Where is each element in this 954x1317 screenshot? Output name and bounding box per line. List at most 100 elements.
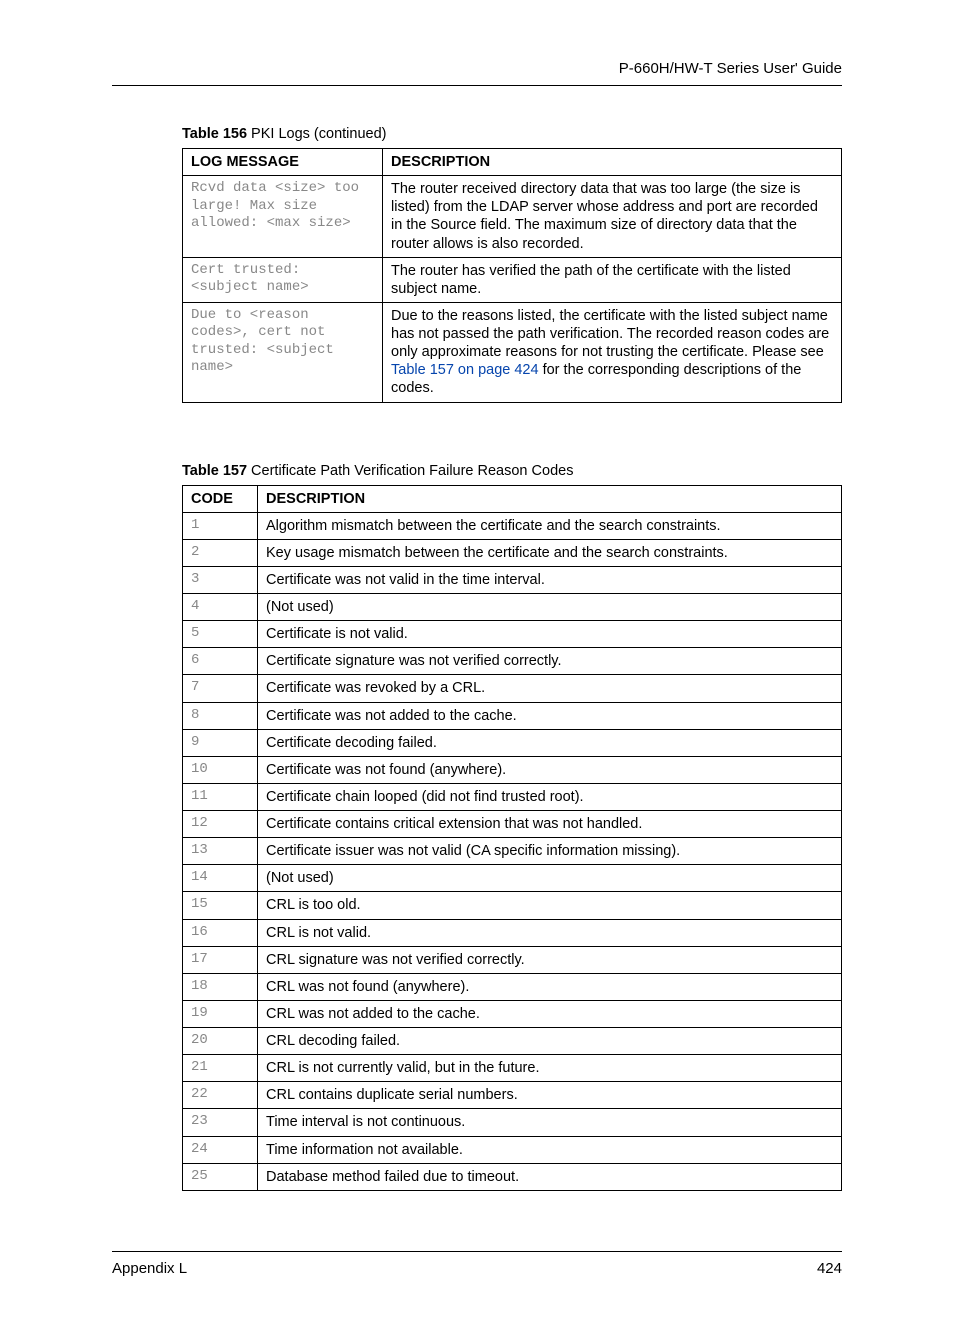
description-cell: CRL was not added to the cache. (258, 1000, 842, 1027)
code-cell: 14 (183, 865, 258, 892)
log-message-cell: Cert trusted: <subject name> (183, 257, 383, 302)
description-cell: The router received directory data that … (383, 176, 842, 258)
description-text: Due to the reasons listed, the certifica… (391, 308, 829, 360)
description-cell: (Not used) (258, 865, 842, 892)
table-row: 20CRL decoding failed. (183, 1028, 842, 1055)
table-row: 1Algorithm mismatch between the certific… (183, 512, 842, 539)
table-row: 9Certificate decoding failed. (183, 729, 842, 756)
table-row: 13Certificate issuer was not valid (CA s… (183, 838, 842, 865)
table-row: 14(Not used) (183, 865, 842, 892)
page-footer: Appendix L 424 (112, 1251, 842, 1277)
description-cell: Algorithm mismatch between the certifica… (258, 512, 842, 539)
table-156-number: Table 156 (182, 126, 247, 142)
description-cell: Certificate signature was not verified c… (258, 648, 842, 675)
code-cell: 4 (183, 594, 258, 621)
table-157-number: Table 157 (182, 463, 247, 479)
code-cell: 13 (183, 838, 258, 865)
code-cell: 1 (183, 512, 258, 539)
description-cell: CRL is not valid. (258, 919, 842, 946)
table-row: Cert trusted: <subject name>The router h… (183, 257, 842, 302)
table-row: 17CRL signature was not verified correct… (183, 946, 842, 973)
description-cell: Certificate chain looped (did not find t… (258, 783, 842, 810)
description-cell: Certificate was revoked by a CRL. (258, 675, 842, 702)
description-cell: Certificate issuer was not valid (CA spe… (258, 838, 842, 865)
description-cell: CRL is too old. (258, 892, 842, 919)
description-cell: Due to the reasons listed, the certifica… (383, 302, 842, 402)
code-cell: 10 (183, 756, 258, 783)
code-cell: 11 (183, 783, 258, 810)
log-message-cell: Rcvd data <size> too large! Max size all… (183, 176, 383, 258)
code-cell: 5 (183, 621, 258, 648)
table-row: 3Certificate was not valid in the time i… (183, 566, 842, 593)
description-cell: Certificate is not valid. (258, 621, 842, 648)
code-cell: 23 (183, 1109, 258, 1136)
code-cell: 16 (183, 919, 258, 946)
description-cell: CRL was not found (anywhere). (258, 973, 842, 1000)
table-157-caption: Table 157 Certificate Path Verification … (182, 463, 842, 479)
table-row: 6Certificate signature was not verified … (183, 648, 842, 675)
table-row: 23Time interval is not continuous. (183, 1109, 842, 1136)
table-row: 11Certificate chain looped (did not find… (183, 783, 842, 810)
table-row: 2Key usage mismatch between the certific… (183, 539, 842, 566)
log-message-cell: Due to <reason codes>, cert not trusted:… (183, 302, 383, 402)
footer-right: 424 (817, 1260, 842, 1277)
description-cell: CRL is not currently valid, but in the f… (258, 1055, 842, 1082)
table-row: 19CRL was not added to the cache. (183, 1000, 842, 1027)
code-cell: 22 (183, 1082, 258, 1109)
code-cell: 21 (183, 1055, 258, 1082)
description-cell: Database method failed due to timeout. (258, 1163, 842, 1190)
page-header: P-660H/HW-T Series User' Guide (112, 60, 842, 86)
code-cell: 18 (183, 973, 258, 1000)
description-cell: Certificate decoding failed. (258, 729, 842, 756)
table-row: 21CRL is not currently valid, but in the… (183, 1055, 842, 1082)
col-log-message: LOG MESSAGE (183, 149, 383, 176)
code-cell: 7 (183, 675, 258, 702)
description-cell: Certificate was not added to the cache. (258, 702, 842, 729)
description-cell: Certificate was not found (anywhere). (258, 756, 842, 783)
table-row: 22CRL contains duplicate serial numbers. (183, 1082, 842, 1109)
table-row: 25Database method failed due to timeout. (183, 1163, 842, 1190)
code-cell: 19 (183, 1000, 258, 1027)
code-cell: 20 (183, 1028, 258, 1055)
table-row: 10Certificate was not found (anywhere). (183, 756, 842, 783)
description-cell: Certificate was not valid in the time in… (258, 566, 842, 593)
col-description: DESCRIPTION (383, 149, 842, 176)
code-cell: 9 (183, 729, 258, 756)
code-cell: 2 (183, 539, 258, 566)
code-cell: 8 (183, 702, 258, 729)
table-row: Rcvd data <size> too large! Max size all… (183, 176, 842, 258)
col-code: CODE (183, 485, 258, 512)
table-row: 12Certificate contains critical extensio… (183, 811, 842, 838)
cross-reference-link[interactable]: Table 157 on page 424 (391, 362, 539, 378)
code-cell: 12 (183, 811, 258, 838)
table-row: 4(Not used) (183, 594, 842, 621)
code-cell: 25 (183, 1163, 258, 1190)
description-cell: (Not used) (258, 594, 842, 621)
table-157-title: Certificate Path Verification Failure Re… (247, 463, 573, 479)
code-cell: 6 (183, 648, 258, 675)
description-cell: Time interval is not continuous. (258, 1109, 842, 1136)
table-156-title: PKI Logs (continued) (247, 126, 386, 142)
table-row: 24Time information not available. (183, 1136, 842, 1163)
description-cell: The router has verified the path of the … (383, 257, 842, 302)
footer-left: Appendix L (112, 1260, 187, 1277)
pki-logs-table: LOG MESSAGE DESCRIPTION Rcvd data <size>… (182, 148, 842, 403)
code-cell: 17 (183, 946, 258, 973)
description-cell: CRL contains duplicate serial numbers. (258, 1082, 842, 1109)
description-cell: Time information not available. (258, 1136, 842, 1163)
description-cell: Certificate contains critical extension … (258, 811, 842, 838)
col-description: DESCRIPTION (258, 485, 842, 512)
description-cell: Key usage mismatch between the certifica… (258, 539, 842, 566)
table-row: 5Certificate is not valid. (183, 621, 842, 648)
code-cell: 15 (183, 892, 258, 919)
table-row: 16CRL is not valid. (183, 919, 842, 946)
table-row: 15CRL is too old. (183, 892, 842, 919)
table-row: 8Certificate was not added to the cache. (183, 702, 842, 729)
table-row: 18CRL was not found (anywhere). (183, 973, 842, 1000)
table-row: 7Certificate was revoked by a CRL. (183, 675, 842, 702)
reason-codes-table: CODE DESCRIPTION 1Algorithm mismatch bet… (182, 485, 842, 1191)
description-cell: CRL signature was not verified correctly… (258, 946, 842, 973)
code-cell: 3 (183, 566, 258, 593)
table-row: Due to <reason codes>, cert not trusted:… (183, 302, 842, 402)
table-156-caption: Table 156 PKI Logs (continued) (182, 126, 842, 142)
